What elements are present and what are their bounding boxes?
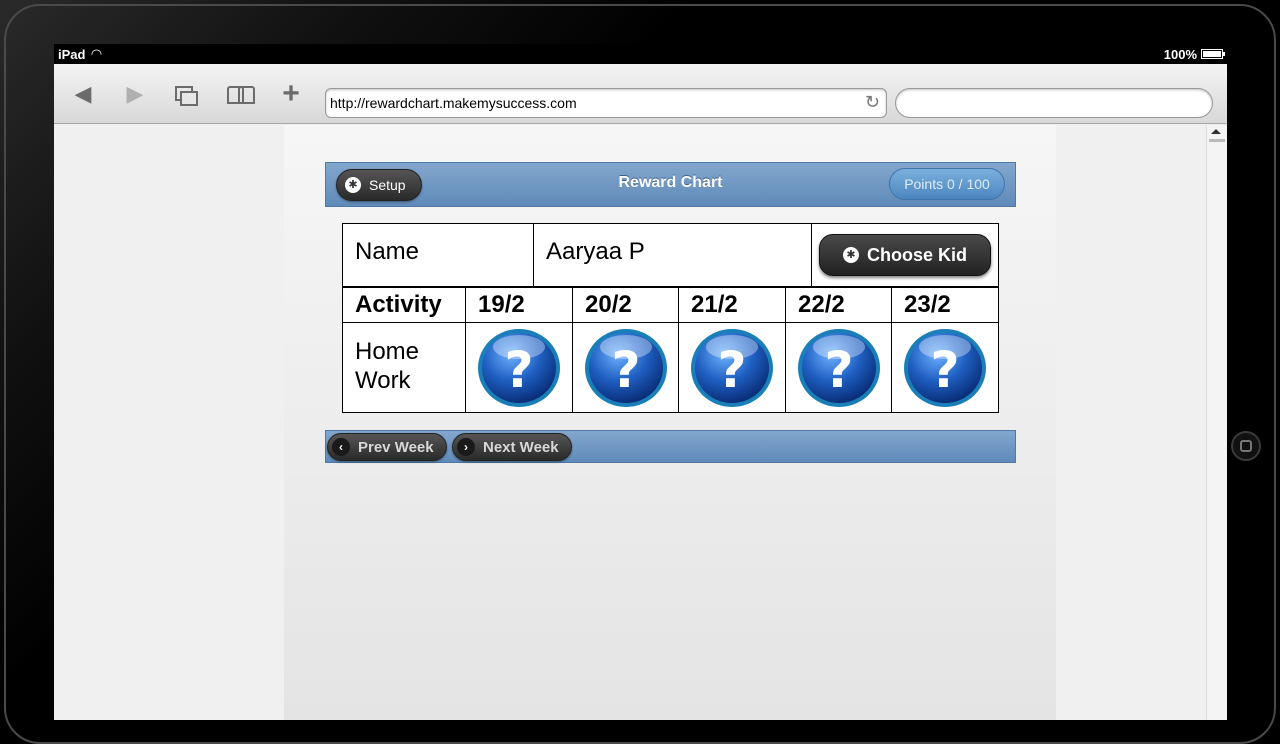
status-bar: iPad ◠ 100% (54, 44, 1227, 64)
prev-week-label: Prev Week (358, 438, 434, 456)
scroll-up-icon[interactable] (1211, 129, 1221, 134)
svg-text:?: ? (504, 341, 533, 399)
battery-percent: 100% (1163, 46, 1197, 62)
activity-row: Home Work ? ? ? ? ? (343, 323, 998, 412)
week-navigation-bar: ‹ Prev Week › Next Week (325, 430, 1016, 463)
day-header: 21/2 (679, 288, 786, 322)
svg-text:?: ? (930, 341, 959, 399)
bookmarks-icon[interactable] (224, 64, 258, 124)
chevron-left-icon: ‹ (332, 438, 350, 456)
browser-toolbar: ◀ ▶ + http://rewardchart.makemysuccess.c… (54, 64, 1227, 124)
battery-icon (1201, 49, 1225, 59)
status-cell[interactable]: ? (786, 323, 892, 412)
status-cell[interactable]: ? (679, 323, 786, 412)
setup-label: Setup (369, 177, 406, 193)
day-header: 19/2 (466, 288, 573, 322)
svg-text:?: ? (717, 341, 746, 399)
activity-name: Home Work (343, 323, 466, 412)
activity-name-line: Home (355, 338, 420, 365)
page-center-column (284, 125, 1056, 720)
day-header: 22/2 (786, 288, 892, 322)
search-field[interactable] (895, 88, 1213, 118)
kid-name: Aaryaa P (534, 224, 812, 286)
next-week-label: Next Week (483, 438, 559, 456)
prev-week-button[interactable]: ‹ Prev Week (327, 433, 447, 461)
url-field[interactable]: http://rewardchart.makemysuccess.com ↻ (325, 88, 887, 118)
question-icon[interactable]: ? (687, 324, 777, 411)
reward-chart-table: Name Aaryaa P ✱ Choose Kid Activity 19/2… (342, 223, 999, 413)
svg-text:?: ? (824, 341, 853, 399)
forward-icon[interactable]: ▶ (120, 64, 150, 124)
question-icon[interactable]: ? (474, 324, 564, 411)
points-button[interactable]: Points 0 / 100 (889, 168, 1005, 200)
reward-chart-header: Reward Chart ✱ Setup Points 0 / 100 (325, 162, 1016, 207)
ipad-screen: iPad ◠ 100% ◀ ▶ + http://rewardchart.mak… (54, 44, 1227, 720)
question-icon[interactable]: ? (580, 324, 671, 411)
choose-kid-label: Choose Kid (866, 244, 967, 265)
home-square-icon (1240, 440, 1252, 452)
svg-text:?: ? (611, 341, 640, 399)
next-week-button[interactable]: › Next Week (452, 433, 572, 461)
activity-name-line: Work (355, 367, 411, 394)
carrier-label: iPad (58, 46, 86, 62)
pages-icon[interactable] (170, 64, 200, 124)
question-icon[interactable]: ? (900, 324, 990, 411)
scrollbar[interactable] (1206, 125, 1227, 720)
scroll-thumb[interactable] (1209, 139, 1225, 142)
day-header: 23/2 (904, 291, 951, 318)
activity-header: Activity (343, 288, 466, 322)
back-icon[interactable]: ◀ (68, 64, 98, 124)
status-cell[interactable]: ? (892, 323, 998, 412)
add-bookmark-icon[interactable]: + (278, 64, 304, 124)
url-text: http://rewardchart.makemysuccess.com (330, 95, 577, 111)
reload-icon[interactable]: ↻ (865, 92, 880, 113)
status-cell[interactable]: ? (466, 323, 573, 412)
page-background (54, 125, 1206, 720)
choose-kid-button[interactable]: ✱ Choose Kid (819, 234, 991, 276)
gear-icon: ✱ (345, 177, 361, 193)
day-header: 20/2 (573, 288, 679, 322)
setup-button[interactable]: ✱ Setup (336, 169, 422, 201)
name-row: Name Aaryaa P ✱ Choose Kid (343, 224, 998, 288)
home-button[interactable] (1231, 431, 1261, 461)
chevron-right-icon: › (457, 438, 475, 456)
status-cell[interactable]: ? (573, 323, 679, 412)
name-label: Name (343, 224, 534, 286)
wifi-icon: ◠ (91, 46, 102, 61)
question-icon[interactable]: ? (793, 324, 884, 411)
day-header-row: Activity 19/2 20/2 21/2 22/2 23/2 (343, 288, 998, 323)
choose-kid-cell: ✱ Choose Kid (812, 224, 998, 286)
gear-icon: ✱ (842, 247, 859, 263)
